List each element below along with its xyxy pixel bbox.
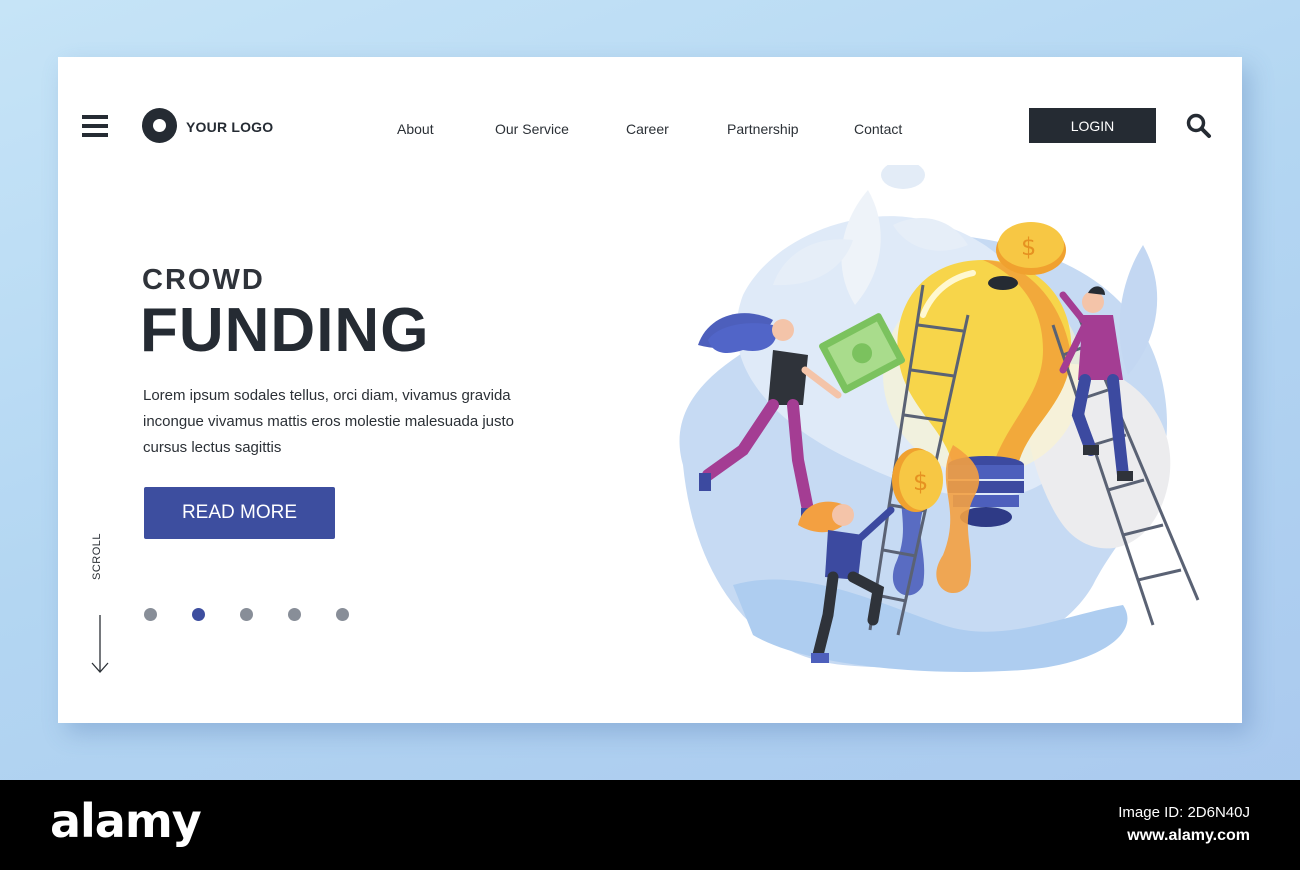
footer-url: www.alamy.com <box>1127 827 1250 844</box>
scroll-down-arrow-icon[interactable] <box>90 613 110 675</box>
slider-dots <box>144 608 349 621</box>
crowdfunding-illustration: $ $ <box>679 165 1200 672</box>
slider-dot-1[interactable] <box>144 608 157 621</box>
slider-dot-5[interactable] <box>336 608 349 621</box>
footer-image-id: Image ID: 2D6N40J <box>1118 804 1250 821</box>
nav-about[interactable]: About <box>397 121 434 137</box>
slider-dot-4[interactable] <box>288 608 301 621</box>
slider-dot-2[interactable] <box>192 608 205 621</box>
scroll-label: SCROLL <box>91 532 103 580</box>
nav-our-service[interactable]: Our Service <box>495 121 569 137</box>
nav-partnership[interactable]: Partnership <box>727 121 799 137</box>
svg-text:$: $ <box>1021 233 1036 261</box>
login-button[interactable]: LOGIN <box>1029 108 1156 143</box>
nav-career[interactable]: Career <box>626 121 669 137</box>
hero-headline: FUNDING <box>140 296 430 365</box>
footer-brand-logo: alamy <box>50 794 202 848</box>
nav-contact[interactable]: Contact <box>854 121 902 137</box>
slider-dot-3[interactable] <box>240 608 253 621</box>
read-more-button[interactable]: READ MORE <box>144 487 335 539</box>
hero-kicker: CROWD <box>142 264 265 296</box>
landing-card: YOUR LOGO About Our Service Career Partn… <box>58 57 1242 723</box>
svg-text:$: $ <box>913 468 928 496</box>
logo-text[interactable]: YOUR LOGO <box>186 119 273 135</box>
hero-body-text: Lorem ipsum sodales tellus, orci diam, v… <box>143 387 515 456</box>
menu-icon[interactable] <box>82 115 108 137</box>
footer-bar: alamy Image ID: 2D6N40J www.alamy.com <box>0 780 1300 870</box>
search-icon[interactable] <box>1186 113 1212 139</box>
logo-mark-icon[interactable] <box>142 108 177 143</box>
